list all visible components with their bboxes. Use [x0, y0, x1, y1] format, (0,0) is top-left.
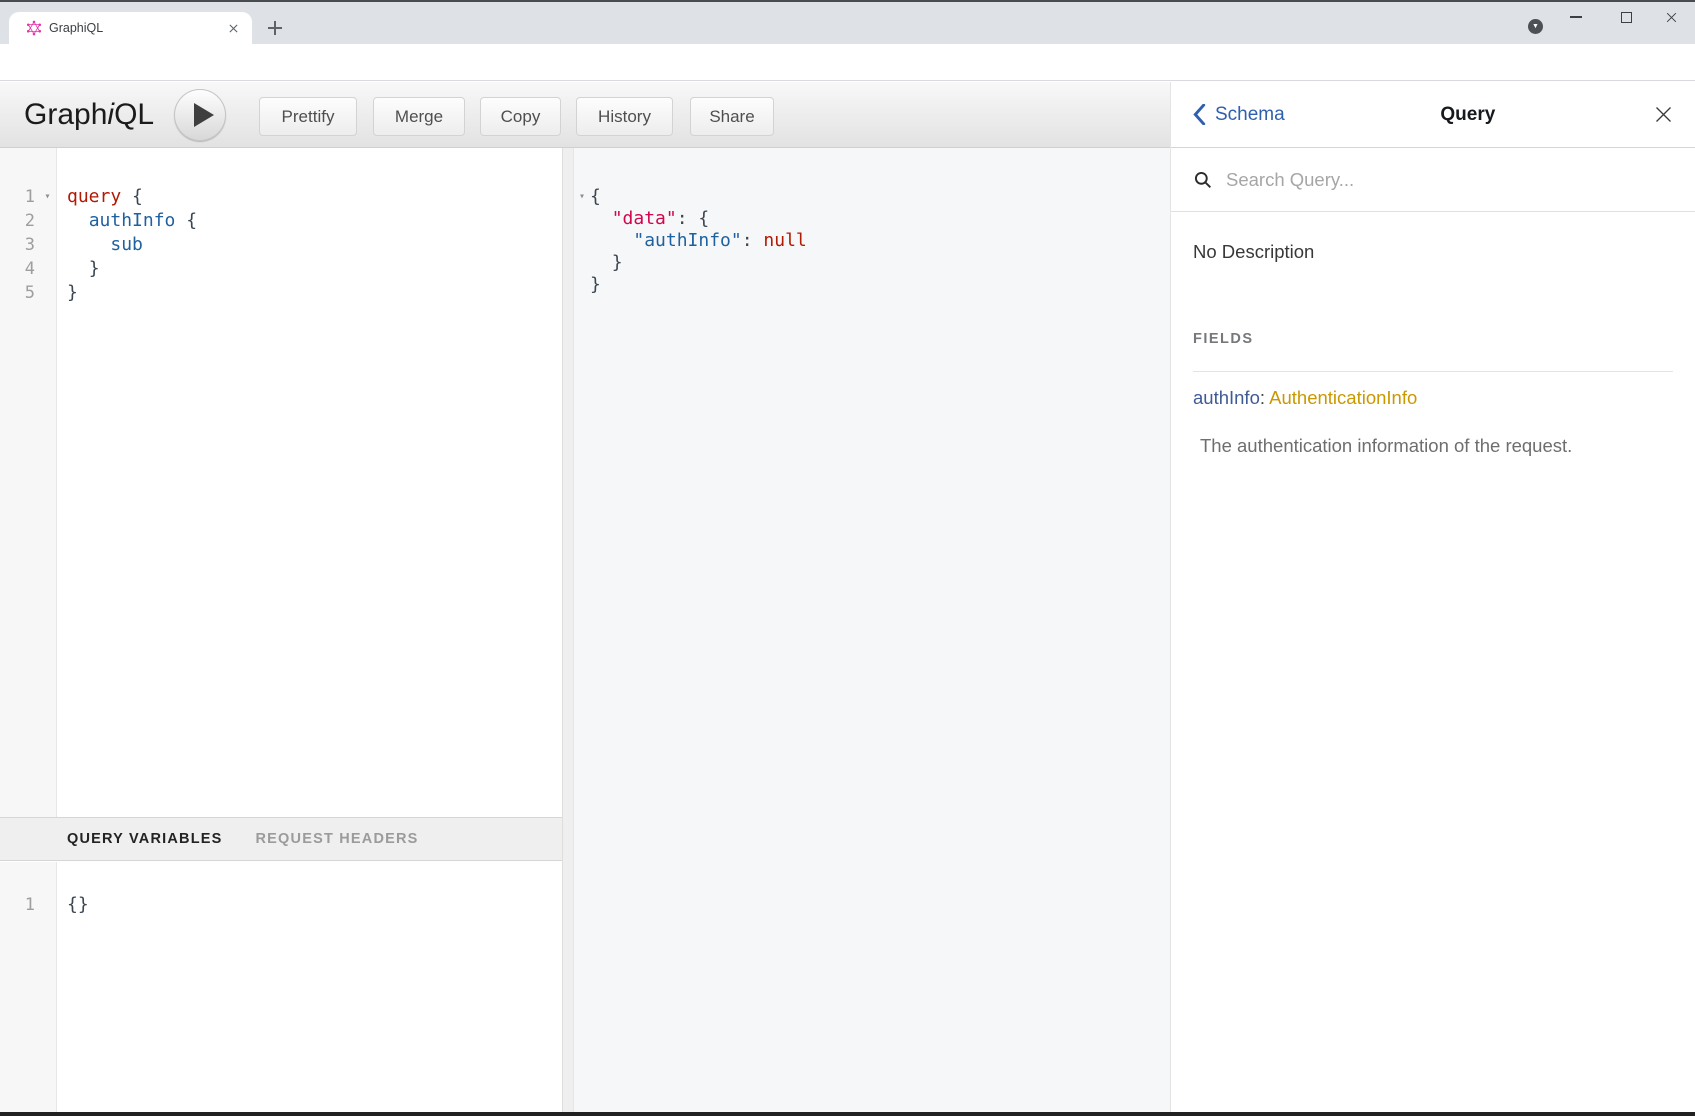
new-tab-button[interactable] — [262, 15, 288, 41]
pane-resize-divider[interactable] — [562, 148, 574, 1112]
history-button[interactable]: History — [576, 97, 673, 136]
browser-window: GraphiQL ▼ localhost:3000/graphql — [0, 0, 1695, 1116]
doc-title: Query — [1285, 104, 1651, 126]
plus-icon — [268, 27, 282, 29]
tab-query-variables[interactable]: QUERY VARIABLES — [67, 831, 223, 847]
graphiql-topbar: GraphiQL Prettify Merge Copy History Sha… — [0, 82, 1170, 148]
query-editor[interactable]: 1▾query {2 authInfo {3 sub4 }5} — [0, 148, 562, 817]
code-line: "data": { — [574, 208, 1170, 230]
response-pane[interactable]: ▾{ "data": { "authInfo": null }} — [574, 148, 1170, 1112]
window-close-button[interactable] — [1648, 2, 1694, 32]
fold-arrow-icon[interactable]: ▾ — [38, 185, 57, 209]
prettify-button[interactable]: Prettify — [259, 97, 357, 136]
minimize-icon — [1570, 16, 1582, 18]
code-line: 1▾query { — [0, 185, 562, 209]
copy-button[interactable]: Copy — [480, 97, 561, 136]
window-minimize-button[interactable] — [1553, 2, 1599, 32]
fold-gutter — [38, 209, 57, 233]
tab-request-headers[interactable]: REQUEST HEADERS — [256, 831, 419, 847]
window-maximize-button[interactable] — [1603, 2, 1649, 32]
line-number: 4 — [0, 257, 38, 281]
code-line: } — [574, 252, 1170, 274]
close-icon — [1665, 11, 1678, 24]
doc-body: No Description FIELDS authInfo: Authenti… — [1171, 212, 1695, 457]
type-description: No Description — [1193, 240, 1673, 263]
variables-editor[interactable]: 1{} — [0, 862, 562, 1112]
search-icon — [1193, 170, 1213, 190]
field-name-link[interactable]: authInfo — [1193, 387, 1260, 408]
variables-title-bar: QUERY VARIABLES REQUEST HEADERS — [0, 817, 562, 861]
code-line: 1{} — [0, 893, 562, 917]
share-button[interactable]: Share — [690, 97, 774, 136]
field-description: The authentication information of the re… — [1193, 434, 1673, 457]
code-line: 3 sub — [0, 233, 562, 257]
doc-close-button[interactable] — [1651, 103, 1675, 127]
line-number: 1 — [0, 893, 38, 917]
chevron-left-icon — [1193, 104, 1206, 125]
close-icon — [1653, 104, 1674, 125]
tab-close-icon[interactable] — [225, 20, 242, 37]
code-line: } — [574, 274, 1170, 296]
fold-arrow-icon[interactable]: ▾ — [574, 186, 590, 208]
fold-gutter — [38, 281, 57, 305]
tab-strip: GraphiQL ▼ — [0, 2, 1695, 44]
line-number: 3 — [0, 233, 38, 257]
execute-query-button[interactable] — [174, 89, 226, 141]
doc-explorer-panel: Schema Query No Description FIELDS authI… — [1170, 82, 1695, 1112]
browser-tab[interactable]: GraphiQL — [9, 12, 252, 44]
merge-button[interactable]: Merge — [373, 97, 465, 136]
play-icon — [194, 103, 214, 127]
graphql-favicon-icon — [26, 20, 42, 36]
window-bottom-edge — [0, 1112, 1695, 1116]
line-number: 1 — [0, 185, 38, 209]
doc-search-row — [1171, 148, 1695, 212]
fold-gutter — [574, 274, 590, 296]
graphiql-logo: GraphiQL — [24, 82, 154, 148]
fold-gutter — [574, 208, 590, 230]
doc-back-link[interactable]: Schema — [1193, 104, 1285, 126]
line-number: 2 — [0, 209, 38, 233]
chrome-update-indicator-icon[interactable]: ▼ — [1528, 19, 1543, 34]
fold-gutter — [574, 252, 590, 274]
doc-search-input[interactable] — [1226, 169, 1556, 191]
fold-gutter — [38, 893, 57, 917]
code-line: "authInfo": null — [574, 230, 1170, 252]
maximize-icon — [1621, 12, 1632, 23]
doc-explorer-header: Schema Query — [1171, 82, 1695, 148]
code-line: 5} — [0, 281, 562, 305]
code-line: 4 } — [0, 257, 562, 281]
address-bar: localhost:3000/graphql P Tp — [0, 44, 1695, 81]
code-line: ▾{ — [574, 186, 1170, 208]
doc-back-label: Schema — [1215, 104, 1285, 126]
code-line: 2 authInfo { — [0, 209, 562, 233]
field-row: authInfo: AuthenticationInfo — [1193, 386, 1673, 409]
fold-gutter — [574, 230, 590, 252]
fold-gutter — [38, 233, 57, 257]
tab-title: GraphiQL — [49, 21, 225, 35]
fold-gutter — [38, 257, 57, 281]
line-number: 5 — [0, 281, 38, 305]
fields-section-header: FIELDS — [1193, 331, 1673, 372]
field-type-link[interactable]: AuthenticationInfo — [1269, 387, 1417, 408]
